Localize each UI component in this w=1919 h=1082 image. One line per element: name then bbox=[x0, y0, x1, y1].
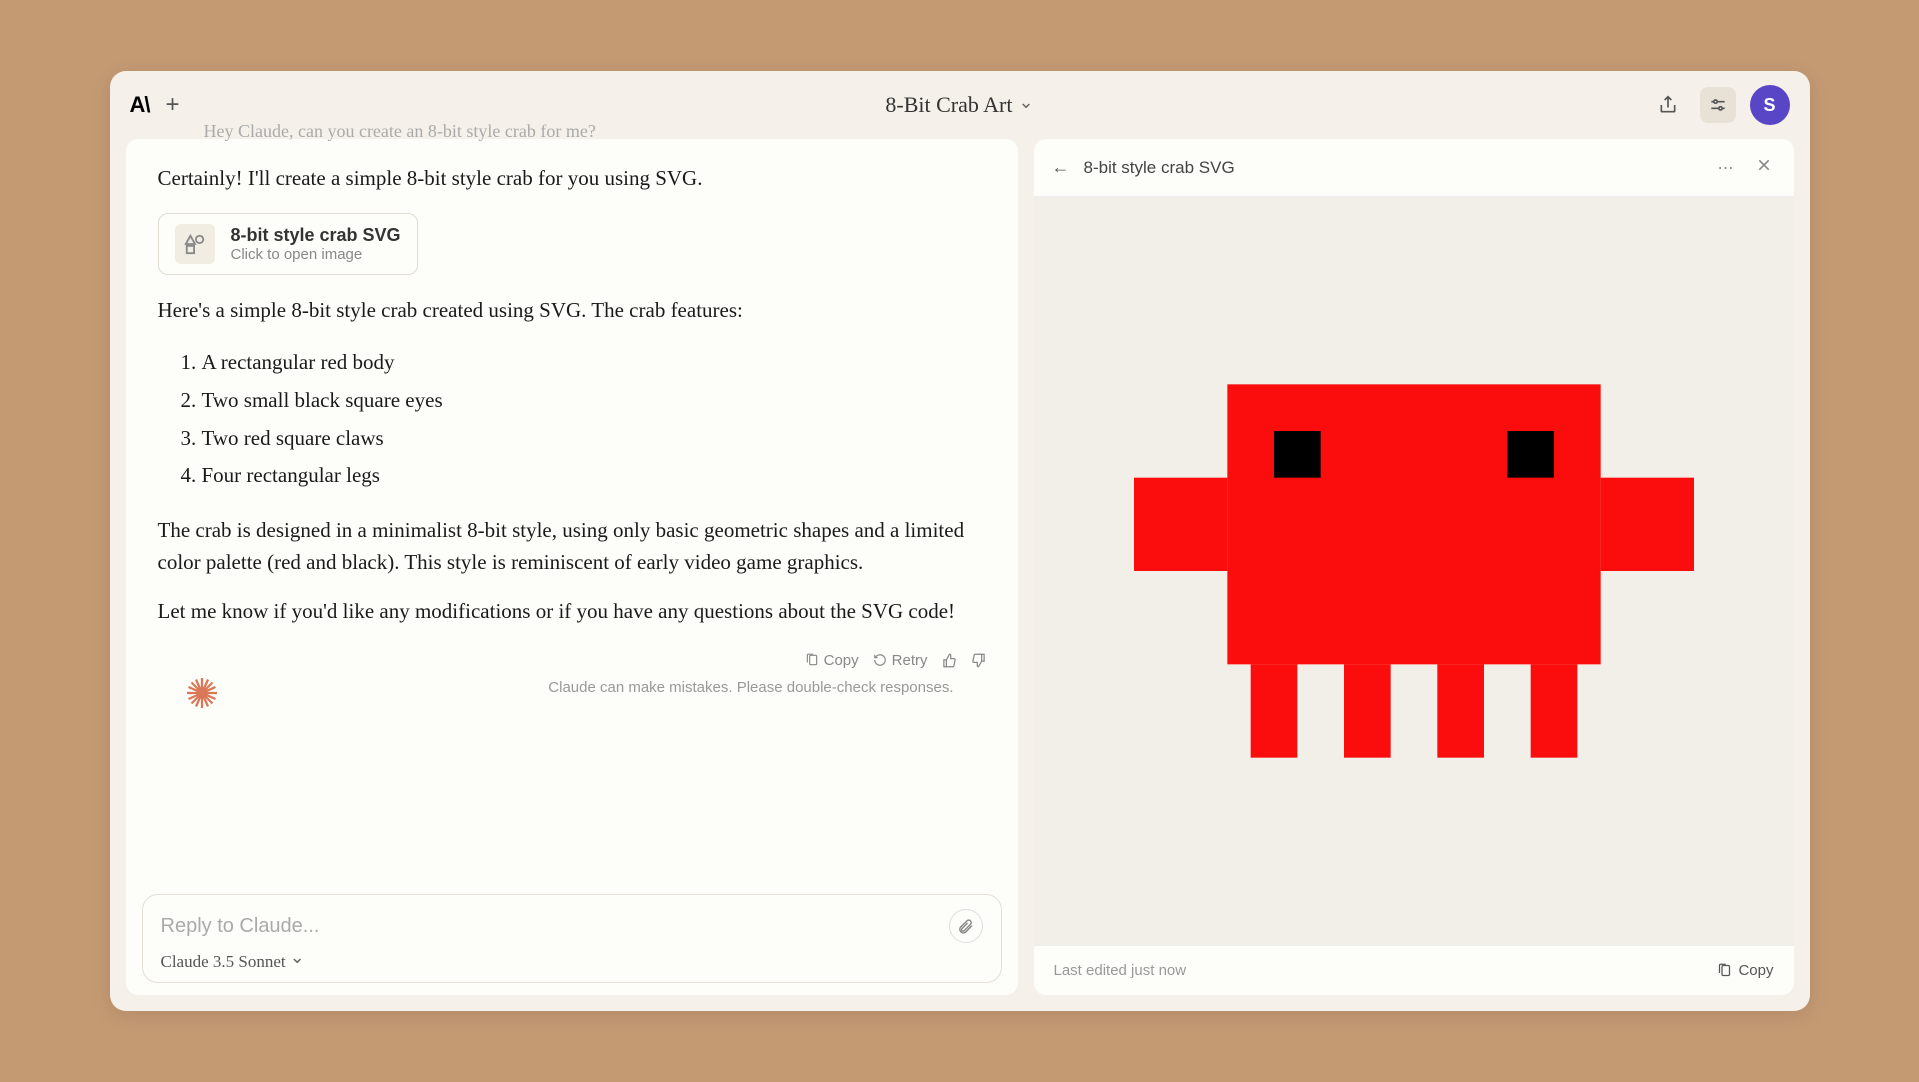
retry-label: Retry bbox=[892, 652, 928, 669]
artifact-panel-title: 8-bit style crab SVG bbox=[1084, 158, 1700, 178]
model-selector[interactable]: Claude 3.5 Sonnet bbox=[161, 951, 983, 972]
chat-title-dropdown[interactable]: 8-Bit Crab Art bbox=[885, 92, 1033, 118]
response-para-3: Let me know if you'd like any modificati… bbox=[158, 596, 986, 628]
more-options-icon[interactable]: ⋯ bbox=[1714, 154, 1738, 182]
paperclip-icon bbox=[957, 918, 974, 935]
app-window: A\ + Hey Claude, can you create an 8-bit… bbox=[110, 71, 1810, 1011]
artifact-card-title: 8-bit style crab SVG bbox=[231, 225, 401, 246]
bottom-status-row: Claude can make mistakes. Please double-… bbox=[158, 675, 986, 716]
header: A\ + Hey Claude, can you create an 8-bit… bbox=[110, 71, 1810, 139]
artifact-card-text: 8-bit style crab SVG Click to open image bbox=[231, 225, 401, 263]
chat-column: Certainly! I'll create a simple 8-bit st… bbox=[126, 139, 1018, 995]
list-item: A rectangular red body bbox=[202, 344, 986, 382]
crab-svg-image bbox=[1134, 371, 1694, 771]
user-avatar[interactable]: S bbox=[1750, 85, 1790, 125]
chevron-down-icon bbox=[1019, 92, 1034, 118]
close-icon[interactable] bbox=[1752, 153, 1776, 182]
retry-button[interactable]: Retry bbox=[873, 652, 928, 669]
features-list: A rectangular red body Two small black s… bbox=[158, 344, 986, 495]
copy-label: Copy bbox=[824, 652, 859, 669]
thumbs-up-icon bbox=[942, 653, 957, 668]
artifact-canvas bbox=[1034, 197, 1794, 945]
thumbs-up-button[interactable] bbox=[942, 653, 957, 668]
header-right: S bbox=[1650, 85, 1790, 125]
chat-body: Certainly! I'll create a simple 8-bit st… bbox=[126, 139, 1018, 888]
artifact-panel-footer: Last edited just now Copy bbox=[1034, 945, 1794, 995]
last-edited-text: Last edited just now bbox=[1054, 962, 1187, 979]
back-arrow-icon[interactable]: ← bbox=[1052, 157, 1070, 178]
disclaimer-wrap: Claude can make mistakes. Please double-… bbox=[238, 675, 954, 704]
artifact-shapes-icon bbox=[175, 224, 215, 264]
claude-starburst-icon bbox=[184, 675, 220, 716]
clipboard-icon bbox=[805, 653, 819, 667]
attach-button[interactable] bbox=[949, 909, 983, 943]
thumbs-down-button[interactable] bbox=[971, 653, 986, 668]
share-icon[interactable] bbox=[1650, 87, 1686, 123]
disclaimer-text: Claude can make mistakes. Please double-… bbox=[238, 675, 954, 704]
artifact-card[interactable]: 8-bit style crab SVG Click to open image bbox=[158, 213, 418, 275]
chevron-down-icon bbox=[290, 951, 305, 972]
panel-copy-label: Copy bbox=[1738, 962, 1773, 979]
thumbs-down-icon bbox=[971, 653, 986, 668]
panel-copy-button[interactable]: Copy bbox=[1717, 962, 1773, 979]
reply-placeholder: Reply to Claude... bbox=[161, 915, 320, 938]
clipboard-icon bbox=[1717, 963, 1732, 978]
list-item: Two red square claws bbox=[202, 420, 986, 458]
list-item: Four rectangular legs bbox=[202, 457, 986, 495]
response-para-2: The crab is designed in a minimalist 8-b… bbox=[158, 515, 986, 578]
reply-input-area[interactable]: Reply to Claude... Claude 3.5 Sonnet bbox=[142, 894, 1002, 983]
features-intro: Here's a simple 8-bit style crab created… bbox=[158, 295, 986, 327]
previous-user-message: Hey Claude, can you create an 8-bit styl… bbox=[130, 115, 596, 142]
chat-title-text: 8-Bit Crab Art bbox=[885, 92, 1012, 118]
retry-icon bbox=[873, 653, 887, 667]
response-actions: Copy Retry bbox=[158, 646, 986, 675]
artifact-panel: ← 8-bit style crab SVG ⋯ bbox=[1034, 139, 1794, 995]
copy-button[interactable]: Copy bbox=[805, 652, 859, 669]
model-name: Claude 3.5 Sonnet bbox=[161, 952, 286, 972]
content-area: Certainly! I'll create a simple 8-bit st… bbox=[110, 139, 1810, 1011]
list-item: Two small black square eyes bbox=[202, 382, 986, 420]
artifact-panel-header: ← 8-bit style crab SVG ⋯ bbox=[1034, 139, 1794, 197]
input-row: Reply to Claude... bbox=[161, 909, 983, 943]
response-intro: Certainly! I'll create a simple 8-bit st… bbox=[158, 163, 986, 195]
settings-icon[interactable] bbox=[1700, 87, 1736, 123]
artifact-card-subtitle: Click to open image bbox=[231, 246, 401, 263]
